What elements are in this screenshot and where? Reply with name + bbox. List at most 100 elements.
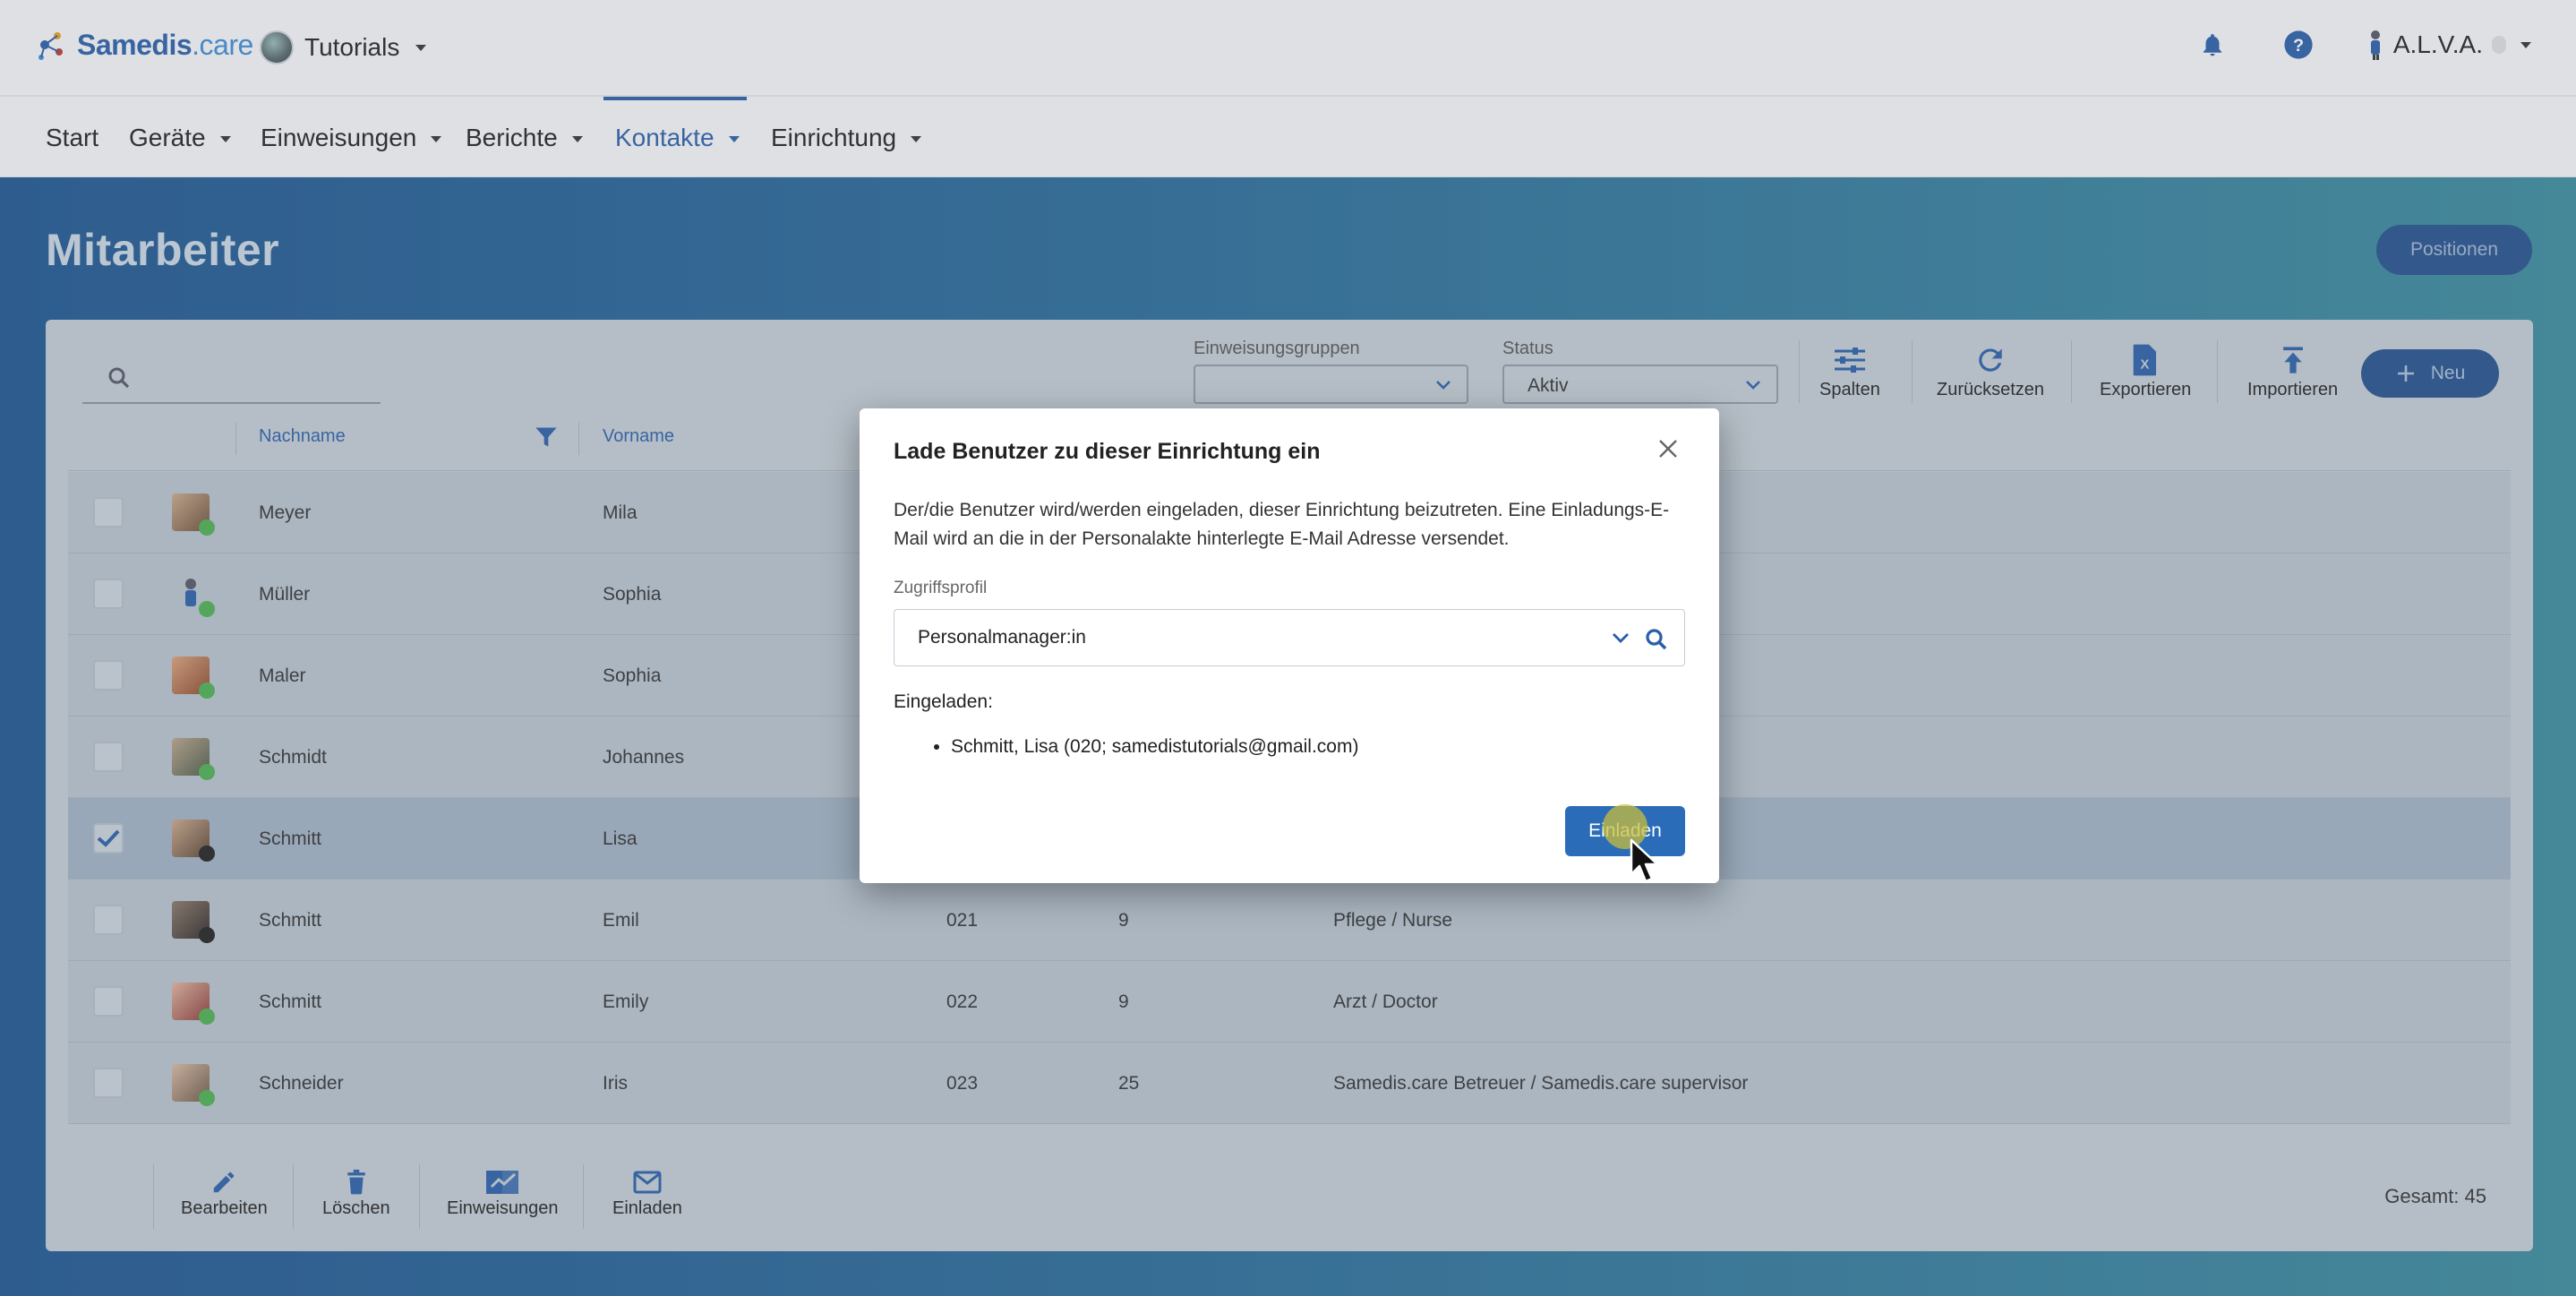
- nav-label: Geräte: [129, 124, 206, 151]
- search-input[interactable]: [82, 354, 381, 404]
- logo-mark-icon: [39, 32, 63, 60]
- trainings-button[interactable]: Einweisungen: [447, 1166, 559, 1219]
- logo-name: Samedis: [77, 28, 193, 61]
- cell-vorname: Sophia: [603, 665, 662, 686]
- delete-label: Löschen: [322, 1198, 390, 1218]
- reset-button[interactable]: Zurücksetzen: [1937, 340, 2044, 400]
- row-checkbox[interactable]: [93, 497, 124, 528]
- filter-icon[interactable]: [534, 425, 559, 454]
- mouse-cursor-icon: [1630, 838, 1659, 883]
- row-checkbox[interactable]: [93, 823, 124, 854]
- toolbar-separator: [2071, 340, 2072, 403]
- nav-label: Einweisungen: [261, 124, 417, 151]
- invite-label: Einladen: [612, 1198, 682, 1218]
- import-icon: [2280, 340, 2306, 380]
- help-icon[interactable]: ?: [2281, 27, 2316, 63]
- action-separator: [293, 1164, 294, 1229]
- new-button[interactable]: Neu: [2361, 349, 2499, 398]
- status-dot: [199, 927, 215, 943]
- status-dot: [199, 519, 215, 536]
- column-header-vorname[interactable]: Vorname: [603, 426, 674, 447]
- cell-personnel-number: 021: [946, 910, 979, 931]
- columns-button[interactable]: Spalten: [1819, 340, 1880, 400]
- search-icon[interactable]: [1643, 626, 1670, 657]
- training-groups-filter[interactable]: Einweisungsgruppen: [1194, 339, 1468, 404]
- row-checkbox[interactable]: [93, 1068, 124, 1098]
- nav-kontakte[interactable]: Kontakte: [615, 124, 740, 152]
- edit-icon: [210, 1166, 237, 1198]
- status-dot: [199, 1090, 215, 1106]
- nav-einrichtung[interactable]: Einrichtung: [771, 124, 922, 152]
- cell-vorname: Iris: [603, 1073, 628, 1094]
- status-value: Aktiv: [1528, 375, 1569, 396]
- logo-tld: .care: [192, 28, 253, 61]
- invite-button[interactable]: Einladen: [612, 1166, 682, 1219]
- cell-position: Samedis.care Betreuer / Samedis.care sup…: [1333, 1073, 1749, 1094]
- export-button[interactable]: X Exportieren: [2100, 340, 2191, 400]
- row-checkbox[interactable]: [93, 986, 124, 1017]
- training-groups-select[interactable]: [1194, 365, 1468, 404]
- chevron-down-icon: [728, 136, 740, 143]
- row-checkbox[interactable]: [93, 742, 124, 772]
- cell-vorname: Johannes: [603, 747, 685, 768]
- page-title: Mitarbeiter: [46, 225, 280, 275]
- access-profile-select[interactable]: Personalmanager:in: [894, 609, 1685, 666]
- columns-icon: [1833, 340, 1867, 380]
- positions-button[interactable]: Positionen: [2376, 225, 2532, 275]
- status-dot: [199, 764, 215, 780]
- tenant-switcher[interactable]: Tutorials: [260, 30, 427, 64]
- column-divider: [578, 423, 579, 455]
- nav-label: Einrichtung: [771, 124, 897, 151]
- status-filter[interactable]: Status Aktiv: [1502, 339, 1778, 404]
- row-checkbox[interactable]: [93, 905, 124, 935]
- table-row[interactable]: Schmitt Emil 021 9 Pflege / Nurse: [68, 880, 2511, 961]
- row-checkbox[interactable]: [93, 660, 124, 691]
- cell-position: Pflege / Nurse: [1333, 910, 1453, 931]
- delete-icon: [345, 1166, 368, 1198]
- columns-label: Spalten: [1819, 380, 1880, 399]
- nav-einweisungen[interactable]: Einweisungen: [261, 124, 442, 152]
- nav-start[interactable]: Start: [46, 124, 98, 152]
- reset-icon: [1973, 340, 2007, 380]
- main-nav: Start Geräte Einweisungen Berichte Konta…: [0, 97, 2576, 177]
- chevron-down-icon: [431, 136, 442, 143]
- toolbar-separator: [1799, 340, 1800, 403]
- active-tab-indicator: [603, 97, 747, 100]
- cell-nachname: Meyer: [259, 502, 312, 523]
- export-icon: X: [2131, 340, 2160, 380]
- cell-nachname: Schmitt: [259, 828, 322, 849]
- cell-nachname: Schneider: [259, 1073, 344, 1094]
- app-logo[interactable]: Samedis.care: [34, 27, 253, 63]
- close-icon[interactable]: [1656, 437, 1680, 465]
- chevron-down-icon: [2520, 41, 2531, 48]
- nav-berichte[interactable]: Berichte: [466, 124, 583, 152]
- check-icon: [97, 829, 120, 847]
- top-bar: Samedis.care Tutorials ? A.L.V.A.: [0, 0, 2576, 97]
- status-select[interactable]: Aktiv: [1502, 365, 1778, 404]
- status-dot: [199, 845, 215, 862]
- table-row[interactable]: Schmitt Emily 022 9 Arzt / Doctor: [68, 961, 2511, 1043]
- cell-vorname: Lisa: [603, 828, 638, 849]
- import-button[interactable]: Importieren: [2247, 340, 2338, 400]
- action-separator: [153, 1164, 154, 1229]
- plus-icon: [2397, 365, 2414, 382]
- chevron-down-icon[interactable]: [1611, 630, 1630, 650]
- bell-icon[interactable]: [2195, 27, 2230, 63]
- column-header-nachname[interactable]: Nachname: [259, 426, 346, 447]
- nav-geraete[interactable]: Geräte: [129, 124, 231, 152]
- access-profile-value: Personalmanager:in: [918, 627, 1086, 648]
- import-label: Importieren: [2247, 380, 2339, 399]
- trainings-icon: [484, 1166, 520, 1198]
- row-checkbox[interactable]: [93, 579, 124, 609]
- cell-vorname: Emil: [603, 910, 639, 931]
- table-row[interactable]: Schneider Iris 023 25 Samedis.care Betre…: [68, 1043, 2511, 1124]
- status-dot: [199, 1008, 215, 1025]
- dialog-description: Der/die Benutzer wird/werden eingeladen,…: [894, 500, 1670, 549]
- training-groups-label: Einweisungsgruppen: [1194, 339, 1360, 358]
- cell-nachname: Maler: [259, 665, 306, 686]
- user-avatar-icon: [2370, 30, 2380, 60]
- user-menu[interactable]: A.L.V.A.: [2366, 30, 2531, 60]
- delete-button[interactable]: Löschen: [322, 1166, 390, 1219]
- dialog-title: Lade Benutzer zu dieser Einrichtung ein: [894, 439, 1321, 464]
- edit-button[interactable]: Bearbeiten: [181, 1166, 268, 1219]
